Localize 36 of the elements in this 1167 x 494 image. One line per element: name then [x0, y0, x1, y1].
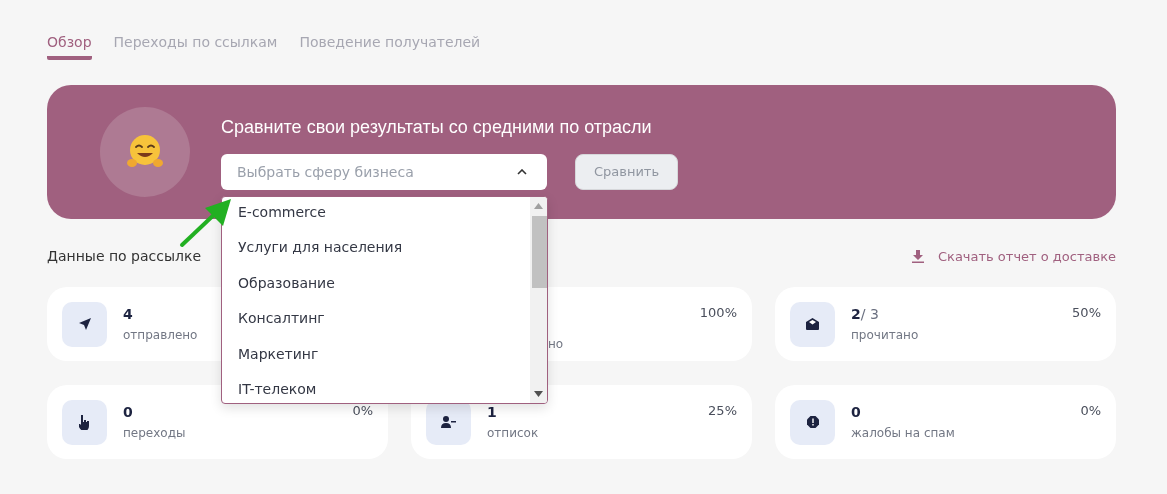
stat-percent: 100%: [699, 305, 737, 320]
section-title: Данные по рассылке: [47, 248, 202, 264]
stat-value: 4: [123, 306, 134, 322]
download-icon: [911, 249, 924, 263]
stat-label: но: [548, 337, 564, 351]
stat-label: жалобы на спам: [851, 426, 955, 440]
stat-label: отправлено: [123, 328, 198, 342]
scroll-up-icon[interactable]: [534, 202, 543, 209]
send-icon: [78, 318, 91, 330]
stat-percent: 25%: [708, 403, 737, 418]
stat-value: 1: [487, 404, 498, 420]
stat-label: отписок: [487, 426, 539, 440]
envelope-icon: [806, 318, 819, 330]
dropdown-option[interactable]: Образование: [222, 273, 530, 309]
stat-percent: 0%: [352, 403, 373, 418]
user-minus-icon: [441, 416, 456, 428]
stat-percent: 50%: [1072, 305, 1101, 320]
dropdown-option[interactable]: IT-телеком: [222, 380, 530, 403]
stat-percent: 0%: [1080, 403, 1101, 418]
download-link[interactable]: Скачать отчет о доставке: [911, 248, 1116, 264]
caret-icon: [517, 168, 527, 175]
dropdown-option[interactable]: Маркетинг: [222, 344, 530, 380]
dropdown-option[interactable]: E-commerce: [222, 202, 530, 238]
tab[interactable]: Обзор: [47, 30, 92, 60]
scrollbar[interactable]: [530, 196, 547, 403]
stat-label: переходы: [123, 426, 186, 440]
stat-value: 0: [123, 404, 134, 420]
banner-title: Сравните свои результаты со средними по отрасли: [221, 116, 653, 138]
stat-value: 0: [851, 404, 862, 420]
dropdown-option[interactable]: Консалтинг: [222, 309, 530, 345]
alert-icon: [806, 416, 819, 428]
scroll-down-icon[interactable]: [534, 390, 543, 397]
stat-value: 2/ 3: [851, 306, 880, 322]
dropdown-option[interactable]: Услуги для населения: [222, 238, 530, 274]
stat-label: прочитано: [851, 328, 919, 342]
pointer-hand-icon: [79, 414, 90, 430]
